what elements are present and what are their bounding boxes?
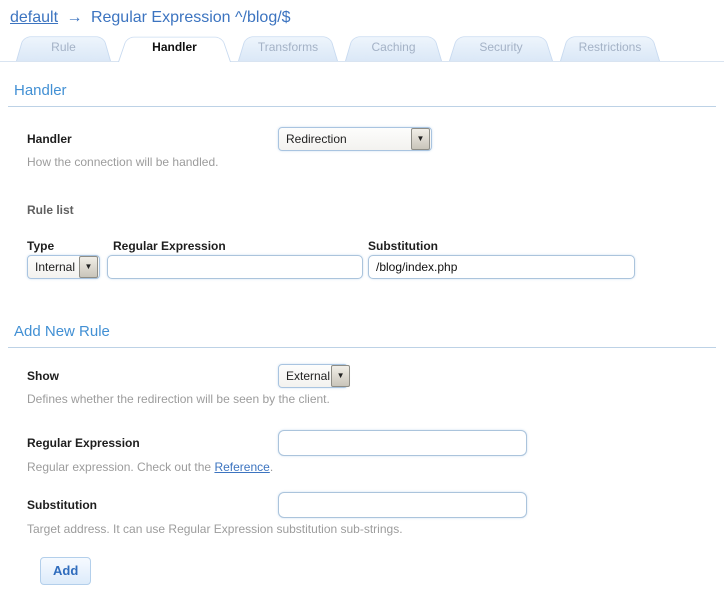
breadcrumb: default → Regular Expression ^/blog/$ bbox=[0, 0, 724, 27]
description-text: . bbox=[270, 460, 273, 474]
description-text: Regular expression. Check out the bbox=[27, 460, 214, 474]
column-header-substitution: Substitution bbox=[368, 239, 438, 253]
handler-field-row: Handler Redirection ▼ How the connection… bbox=[27, 127, 710, 169]
rule-regex-input[interactable] bbox=[107, 255, 363, 279]
show-select[interactable]: External ▼ bbox=[278, 364, 348, 388]
rule-type-select[interactable]: Internal ▼ bbox=[27, 255, 100, 279]
section-heading-add-new-rule: Add New Rule bbox=[14, 293, 710, 340]
tab-handler-label: Handler bbox=[152, 32, 197, 63]
rule-list-label: Rule list bbox=[27, 203, 710, 217]
tab-transforms[interactable]: Transforms bbox=[238, 32, 338, 61]
section-heading-handler: Handler bbox=[14, 62, 710, 99]
column-header-regular-expression: Regular Expression bbox=[113, 239, 226, 253]
add-button[interactable]: Add bbox=[40, 557, 91, 585]
new-substitution-input[interactable] bbox=[278, 492, 527, 518]
rule-type-select-value: Internal bbox=[35, 260, 75, 274]
page: default → Regular Expression ^/blog/$ Ru… bbox=[0, 0, 724, 616]
new-substitution-field-row: Substitution Target address. It can use … bbox=[27, 492, 710, 536]
tab-transforms-label: Transforms bbox=[258, 32, 318, 63]
show-field-label: Show bbox=[27, 364, 710, 388]
show-field-row: Show External ▼ Defines whether the redi… bbox=[27, 364, 710, 406]
rule-substitution-input[interactable] bbox=[368, 255, 635, 279]
new-regex-field-description: Regular expression. Check out the Refere… bbox=[27, 460, 710, 474]
show-field-description: Defines whether the redirection will be … bbox=[27, 392, 710, 406]
dropdown-arrow-icon[interactable]: ▼ bbox=[411, 128, 430, 150]
new-regex-input[interactable] bbox=[278, 430, 527, 456]
new-regex-field-row: Regular Expression Regular expression. C… bbox=[27, 430, 710, 474]
show-select-value: External bbox=[286, 369, 330, 383]
dropdown-arrow-icon[interactable]: ▼ bbox=[79, 256, 98, 278]
handler-select[interactable]: Redirection ▼ bbox=[278, 127, 432, 151]
section-divider bbox=[8, 347, 716, 348]
tab-caching[interactable]: Caching bbox=[345, 32, 442, 61]
handler-select-value: Redirection bbox=[286, 132, 347, 146]
breadcrumb-title: Regular Expression ^/blog/$ bbox=[91, 9, 291, 26]
tab-handler[interactable]: Handler bbox=[118, 32, 231, 61]
breadcrumb-separator-icon: → bbox=[67, 9, 83, 26]
tab-caching-label: Caching bbox=[371, 32, 415, 63]
tab-restrictions[interactable]: Restrictions bbox=[560, 32, 660, 61]
breadcrumb-link-default[interactable]: default bbox=[10, 9, 58, 26]
tab-rule[interactable]: Rule bbox=[16, 32, 111, 61]
dropdown-arrow-icon[interactable]: ▼ bbox=[331, 365, 350, 387]
tab-restrictions-label: Restrictions bbox=[579, 32, 642, 63]
handler-field-description: How the connection will be handled. bbox=[27, 155, 710, 169]
tab-bar: Rule Handler Transforms Caching Security… bbox=[0, 31, 724, 62]
column-header-type: Type bbox=[27, 239, 54, 253]
tab-security-label: Security bbox=[479, 32, 522, 63]
tab-rule-label: Rule bbox=[51, 32, 76, 63]
rule-list-table: Type Regular Expression Substitution Int… bbox=[27, 239, 710, 293]
tab-security[interactable]: Security bbox=[449, 32, 553, 61]
content: Handler Handler Redirection ▼ How the co… bbox=[0, 62, 724, 585]
reference-link[interactable]: Reference bbox=[214, 460, 269, 474]
section-divider bbox=[8, 106, 716, 107]
new-substitution-field-description: Target address. It can use Regular Expre… bbox=[27, 522, 710, 536]
